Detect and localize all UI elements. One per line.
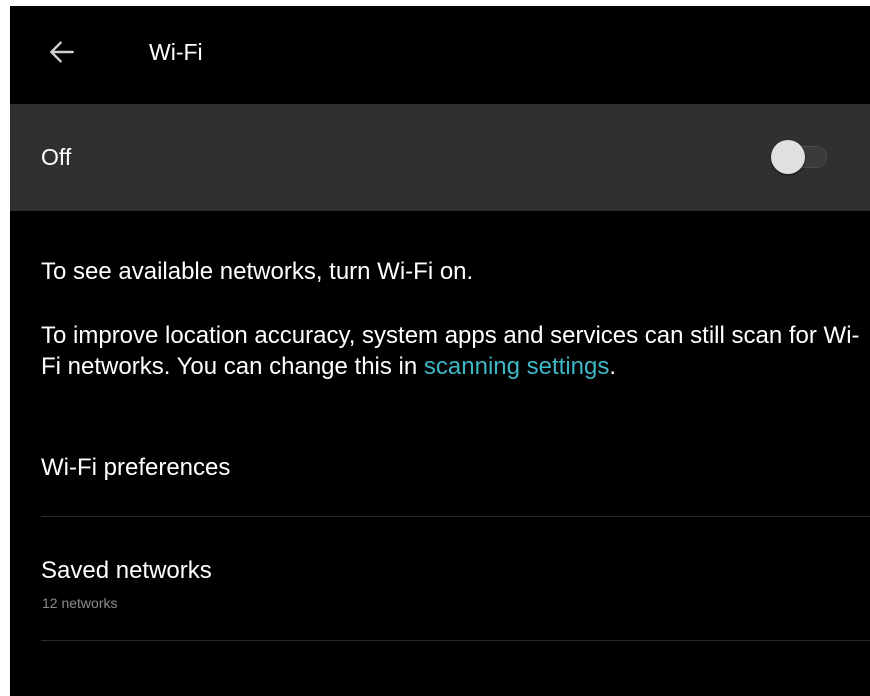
app-bar: Wi-Fi	[10, 6, 870, 104]
scanning-settings-link[interactable]: scanning settings	[424, 353, 609, 380]
saved-networks-count: 12 networks	[42, 595, 118, 611]
wifi-preferences-item[interactable]: Wi-Fi preferences	[10, 426, 870, 516]
page-title: Wi-Fi	[149, 39, 203, 65]
back-button[interactable]	[40, 32, 84, 76]
wifi-state-label: Off	[41, 144, 72, 170]
saved-networks-label: Saved networks	[41, 557, 212, 584]
wifi-master-toggle-row[interactable]: Off	[10, 104, 870, 211]
divider	[41, 516, 870, 517]
saved-networks-item[interactable]: Saved networks 12 networks	[10, 518, 870, 640]
arrow-left-icon	[46, 36, 78, 73]
wifi-toggle-switch[interactable]	[769, 140, 831, 174]
divider	[41, 640, 870, 641]
wifi-off-message: To see available networks, turn Wi-Fi on…	[41, 258, 474, 285]
switch-thumb	[771, 140, 805, 174]
wifi-settings-screen: Wi-Fi Off To see available networks, tur…	[10, 6, 870, 696]
scanning-info-text: To improve location accuracy, system app…	[41, 320, 861, 382]
scanning-info-suffix: .	[609, 353, 617, 380]
wifi-preferences-label: Wi-Fi preferences	[41, 454, 231, 481]
